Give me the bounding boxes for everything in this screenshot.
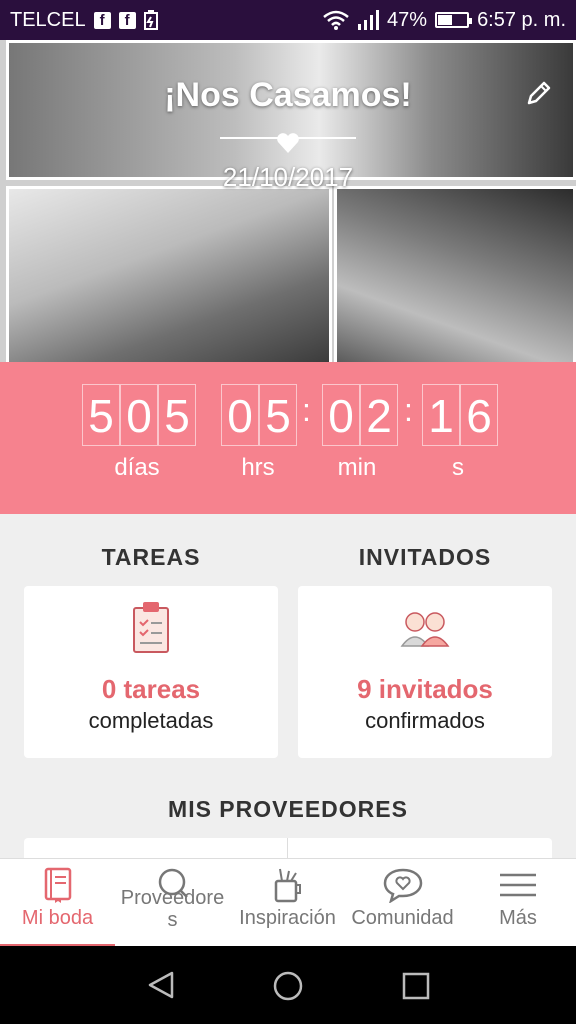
tareas-title: TAREAS [101,544,201,570]
seconds-label: s [452,454,464,481]
nav-label: Comunidad [351,907,454,929]
invitados-card[interactable]: 9 invitados confirmados [298,586,552,758]
nav-label: Inspiración [239,907,336,929]
carrier-label: TELCEL [10,8,86,31]
facebook-icon: f [93,11,111,29]
facebook-icon: f [118,11,136,29]
countdown-digit: 0 [322,384,360,446]
countdown: 5 0 5 0 5 : 0 2 : 1 6 días hrs min s [0,362,576,514]
nav-label: Más [499,907,537,929]
tareas-count: 0 tareas [101,674,201,704]
countdown-digit: 5 [158,384,196,446]
countdown-digit: 6 [460,384,498,446]
hero-photo [6,186,332,362]
home-icon[interactable] [272,970,304,1002]
nav-mi-boda[interactable]: Mi boda [0,859,115,947]
bottom-nav: Mi boda Proveedore s Inspiración Comunid… [0,858,576,947]
status-bar: TELCEL f f 47% 6:57 p. m. [0,0,576,40]
book-icon [44,867,71,903]
battery-icon [435,12,473,28]
tareas-sub: completadas [88,708,214,733]
chat-heart-icon [383,868,422,903]
system-nav-bar [0,946,576,1024]
back-icon[interactable] [146,970,176,1000]
menu-icon [500,873,536,897]
invitados-sub: confirmados [365,708,485,733]
tareas-card[interactable]: 0 tareas completadas [24,586,278,758]
hero-photo [334,186,576,362]
countdown-digit: 0 [120,384,158,446]
nav-comunidad[interactable]: Comunidad [345,859,460,947]
countdown-colon: : [404,392,413,428]
countdown-colon: : [302,392,311,428]
nav-proveedores[interactable]: Proveedore s [115,859,230,947]
checklist-icon [133,602,169,653]
countdown-digit: 0 [221,384,259,446]
battery-saver-icon [143,10,158,30]
guests-icon [400,612,450,647]
proveedores-title: MIS PROVEEDORES [168,796,408,822]
wedding-date: 21/10/2017 [222,162,354,192]
battery-percent: 47% [387,8,428,31]
countdown-digit: 1 [422,384,460,446]
countdown-digit: 2 [360,384,398,446]
recents-icon[interactable] [402,972,430,1000]
nav-label: Mi boda [21,907,94,929]
nav-mas[interactable]: Más [460,859,576,947]
countdown-digit: 5 [82,384,120,446]
countdown-digit: 5 [259,384,297,446]
signal-icon [358,10,380,30]
wifi-icon [323,10,349,30]
nav-label: Proveedore s [120,887,225,931]
days-label: días [114,454,160,481]
heart-icon [277,133,299,153]
edit-pencil-icon[interactable] [524,78,554,108]
invitados-title: INVITADOS [358,544,492,570]
hero-title: ¡Nos Casamos! [164,76,412,114]
minutes-label: min [337,454,377,481]
hours-label: hrs [241,454,275,481]
invitados-count: 9 invitados [357,674,493,704]
pencil-cup-icon [274,868,301,903]
nav-inspiracion[interactable]: Inspiración [230,859,345,947]
hero-banner: ¡Nos Casamos! 21/10/2017 [0,40,576,362]
clock: 6:57 p. m. [477,8,566,31]
